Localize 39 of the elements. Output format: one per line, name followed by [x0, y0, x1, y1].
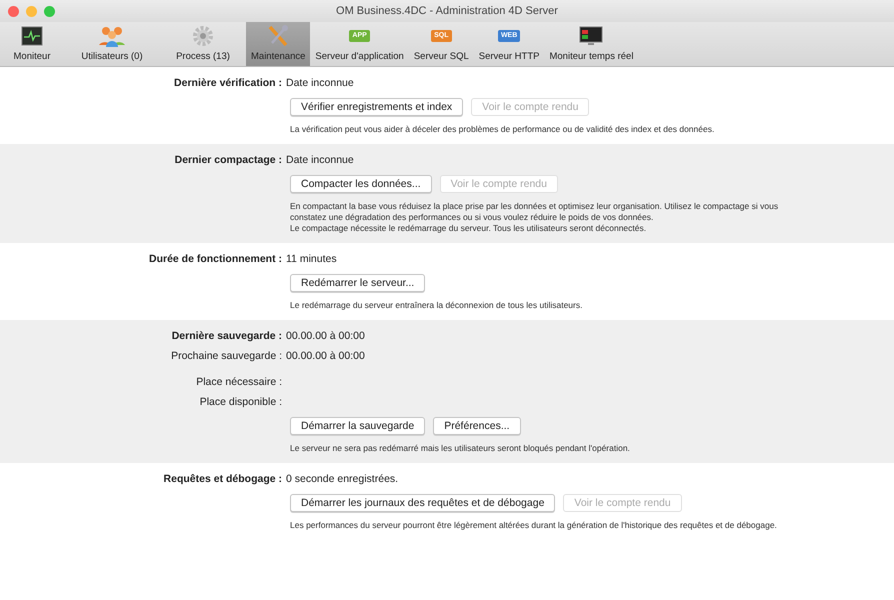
- field-value: 11 minutes: [286, 252, 337, 266]
- field-value: Date inconnue: [286, 153, 354, 167]
- toolbar-tab[interactable]: Moniteur temps réel: [544, 22, 638, 66]
- field-label: Dernière sauvegarde :: [170, 329, 283, 343]
- zoom-button[interactable]: [44, 6, 55, 16]
- field-value: 0 seconde enregistrées.: [286, 472, 398, 486]
- field-label: Place nécessaire :: [195, 375, 283, 389]
- field-value: 00.00.00 à 00:00: [286, 349, 365, 363]
- realtime-monitor-icon: [579, 26, 604, 46]
- toolbar-tab[interactable]: Maintenance: [246, 22, 310, 66]
- field-label: Dernière vérification :: [173, 76, 283, 90]
- action-button[interactable]: Vérifier enregistrements et index: [290, 98, 464, 116]
- minimize-button[interactable]: [26, 6, 37, 16]
- toolbar-tab[interactable]: Moniteur: [0, 22, 64, 66]
- description-text: La vérification peut vous aider à déceler des problèmes de performance ou de validité des index et des données.: [290, 124, 716, 135]
- field-label: Durée de fonctionnement :: [148, 252, 283, 266]
- field-label: Prochaine sauvegarde :: [170, 349, 283, 363]
- action-button[interactable]: Démarrer la sauvegarde: [290, 417, 426, 435]
- description-text: Le serveur ne sera pas redémarré mais les utilisateurs seront bloqués pendant l'opération.: [290, 443, 631, 454]
- field-label: Dernier compactage :: [174, 153, 283, 167]
- window-title: OM Business.4DC - Administration 4D Server: [336, 5, 558, 17]
- action-button[interactable]: Démarrer les journaux des requêtes et de débogage: [290, 494, 556, 512]
- action-button[interactable]: Redémarrer le serveur...: [290, 274, 426, 292]
- heartbeat-monitor-icon: [21, 26, 43, 46]
- description-text: En compactant la base vous réduisez la place prise par les données et optimisez leur organisation. Utilisez le compactage si vous constatez une dégradation des performances ou si vous voulez réduire le poids de vos données. Le compactage nécessite le redémarrage du serveur. Tous les utilisateurs seront déconnectés.: [290, 201, 780, 234]
- description-text: Le redémarrage du serveur entraînera la déconnexion de tous les utilisateurs.: [290, 300, 584, 311]
- action-button[interactable]: Compacter les données...: [290, 175, 432, 193]
- users-icon: [97, 25, 127, 47]
- field-label: Requêtes et débogage :: [162, 472, 283, 486]
- field-value: Date inconnue: [286, 76, 354, 90]
- wrench-screwdriver-icon: [266, 24, 290, 48]
- action-button[interactable]: Préférences...: [433, 417, 521, 435]
- gear-icon: [192, 25, 214, 47]
- close-button[interactable]: [8, 6, 19, 16]
- description-text: Les performances du serveur pourront être légèrement altérées durant la génération de l'historique des requêtes et de débogage.: [290, 520, 778, 531]
- field-label: Place disponible :: [198, 395, 283, 409]
- toolbar-tab[interactable]: Process (13): [160, 22, 246, 66]
- toolbar-tab[interactable]: Utilisateurs (0): [64, 22, 160, 66]
- field-value: 00.00.00 à 00:00: [286, 329, 365, 343]
